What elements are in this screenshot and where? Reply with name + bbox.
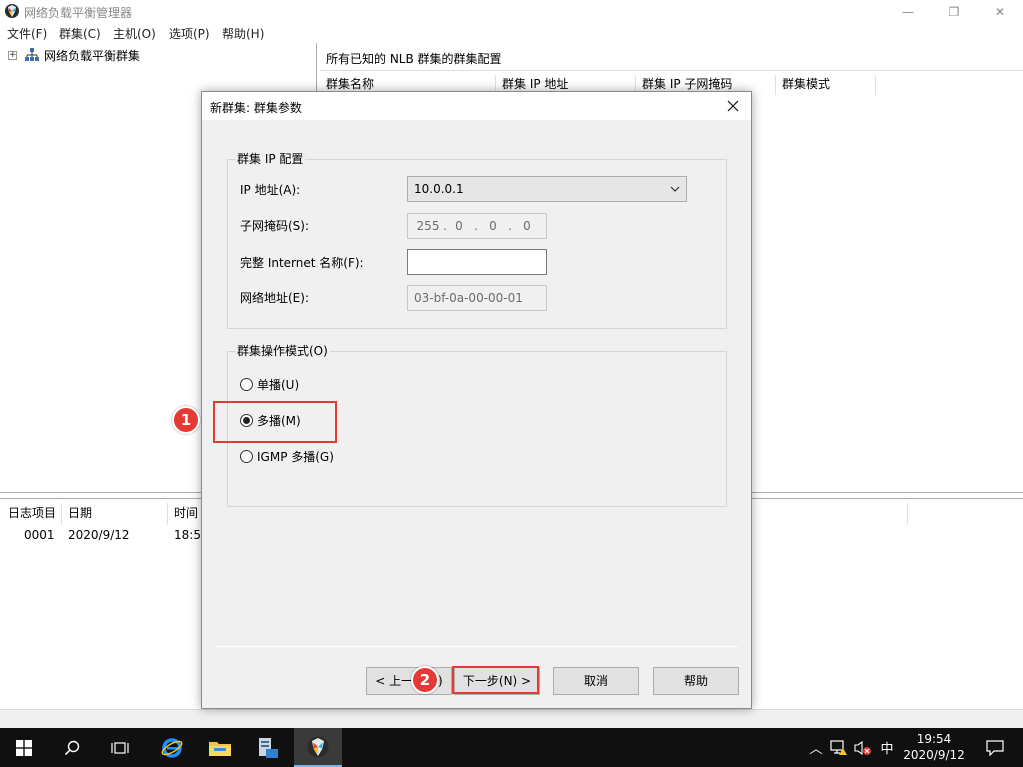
- window-title: 网络负载平衡管理器: [24, 6, 133, 20]
- menu-host[interactable]: 主机(O): [113, 25, 156, 42]
- chevron-up-icon: ︿: [809, 742, 823, 757]
- cluster-ip-config-title: 群集 IP 配置: [235, 152, 306, 166]
- minimize-icon: —: [902, 4, 914, 19]
- tray-overflow-button[interactable]: ︿: [806, 728, 826, 767]
- highlight-next-button: [452, 666, 539, 694]
- nlb-app-icon: [307, 736, 329, 757]
- radio-igmp-multicast-label: IGMP 多播(G): [257, 449, 334, 464]
- menu-cluster[interactable]: 群集(C): [59, 25, 101, 42]
- action-center-button[interactable]: [975, 728, 1015, 767]
- tray-network-button[interactable]: [828, 728, 850, 767]
- menu-options[interactable]: 选项(P): [169, 25, 210, 42]
- clock-date: 2020/9/12: [903, 748, 965, 762]
- taskbar-server-manager-button[interactable]: [244, 728, 292, 767]
- search-button[interactable]: [48, 728, 96, 767]
- subnet-octet-2: 0: [455, 219, 463, 233]
- highlight-multicast-option: [213, 401, 337, 443]
- subnet-mask-field: 255 . 0 . 0 . 0: [407, 213, 547, 239]
- subnet-mask-label: 子网掩码(S):: [240, 219, 310, 233]
- fqdn-input[interactable]: [407, 249, 547, 275]
- log-row-date[interactable]: 2020/9/12: [68, 527, 130, 543]
- new-cluster-dialog: 新群集: 群集参数 群集 IP 配置 IP 地址(A): 10.0.0.1 子网…: [201, 91, 752, 709]
- tray-ime-button[interactable]: 中: [876, 728, 898, 767]
- cluster-network-icon: [25, 48, 39, 61]
- taskbar: ︿ 中 19:54 2020/9/12: [0, 728, 1023, 767]
- radio-unicast-circle[interactable]: [240, 377, 253, 391]
- cluster-pane-caption: 所有已知的 NLB 群集的群集配置: [320, 51, 1023, 71]
- clock-time: 19:54: [916, 732, 952, 746]
- internet-explorer-icon: [161, 737, 183, 758]
- log-row-item[interactable]: 0001: [24, 527, 55, 543]
- taskbar-ie-button[interactable]: [148, 728, 196, 767]
- ip-address-label: IP 地址(A):: [240, 183, 301, 197]
- subnet-octet-1: 255: [416, 219, 440, 233]
- menu-file[interactable]: 文件(F): [7, 25, 47, 42]
- dialog-title-bar: 新群集: 群集参数: [202, 92, 751, 120]
- step-marker-2: 2: [411, 666, 439, 694]
- nlb-app-icon: [5, 4, 19, 18]
- radio-igmp-multicast-circle[interactable]: [240, 449, 253, 463]
- folder-icon: [209, 741, 231, 756]
- tree-expand-icon[interactable]: +: [8, 51, 17, 60]
- fqdn-label: 完整 Internet 名称(F):: [240, 256, 364, 270]
- server-manager-icon: [259, 737, 278, 758]
- dialog-title: 新群集: 群集参数: [210, 101, 302, 115]
- notification-icon: [986, 739, 1004, 756]
- menu-bar: 文件(F) 群集(C) 主机(O) 选项(P) 帮助(H): [0, 23, 1023, 43]
- ip-address-value: 10.0.0.1: [414, 182, 464, 196]
- search-icon: [64, 740, 80, 755]
- task-view-icon: [111, 741, 129, 754]
- windows-logo-icon: [16, 739, 32, 756]
- restore-button[interactable]: ❐: [931, 0, 977, 23]
- column-header-log-item[interactable]: 日志项目: [2, 503, 62, 525]
- column-header-cluster-mode[interactable]: 群集模式: [776, 75, 876, 95]
- dialog-close-button[interactable]: [719, 94, 747, 118]
- status-bar: [0, 709, 1023, 728]
- title-bar: 网络负载平衡管理器 — ❐ ✕: [0, 0, 1023, 23]
- subnet-octet-4: 0: [523, 219, 531, 233]
- back-button[interactable]: < 上一步(B): [366, 667, 452, 695]
- cancel-button[interactable]: 取消: [553, 667, 639, 695]
- close-window-button[interactable]: ✕: [977, 0, 1023, 23]
- taskbar-clock[interactable]: 19:54 2020/9/12: [898, 731, 970, 763]
- menu-help[interactable]: 帮助(H): [222, 25, 264, 42]
- help-button[interactable]: 帮助: [653, 667, 739, 695]
- subnet-octet-3: 0: [489, 219, 497, 233]
- task-view-button[interactable]: [96, 728, 144, 767]
- minimize-button[interactable]: —: [885, 0, 931, 23]
- taskbar-explorer-button[interactable]: [196, 728, 244, 767]
- close-icon: ✕: [994, 4, 1006, 19]
- radio-igmp-multicast[interactable]: IGMP 多播(G): [240, 447, 334, 465]
- network-warning-icon: [830, 739, 847, 755]
- network-address-label: 网络地址(E):: [240, 291, 309, 305]
- chevron-down-icon: [670, 186, 680, 192]
- ip-address-dropdown[interactable]: 10.0.0.1: [407, 176, 687, 202]
- column-header-date[interactable]: 日期: [62, 503, 168, 525]
- tray-volume-button[interactable]: [852, 728, 874, 767]
- radio-unicast[interactable]: 单播(U): [240, 375, 299, 393]
- close-icon: [727, 100, 739, 112]
- radio-unicast-label: 单播(U): [257, 377, 300, 392]
- start-button[interactable]: [0, 728, 48, 767]
- taskbar-nlb-manager-button[interactable]: [294, 728, 342, 767]
- dialog-separator: [215, 646, 738, 647]
- network-address-field: 03-bf-0a-00-00-01: [407, 285, 547, 311]
- tree-item-nlb-clusters[interactable]: 网络负载平衡群集: [44, 47, 140, 64]
- cluster-mode-title: 群集操作模式(O): [235, 344, 330, 358]
- step-marker-1: 1: [172, 406, 200, 434]
- restore-icon: ❐: [948, 4, 960, 19]
- volume-muted-icon: [854, 740, 871, 755]
